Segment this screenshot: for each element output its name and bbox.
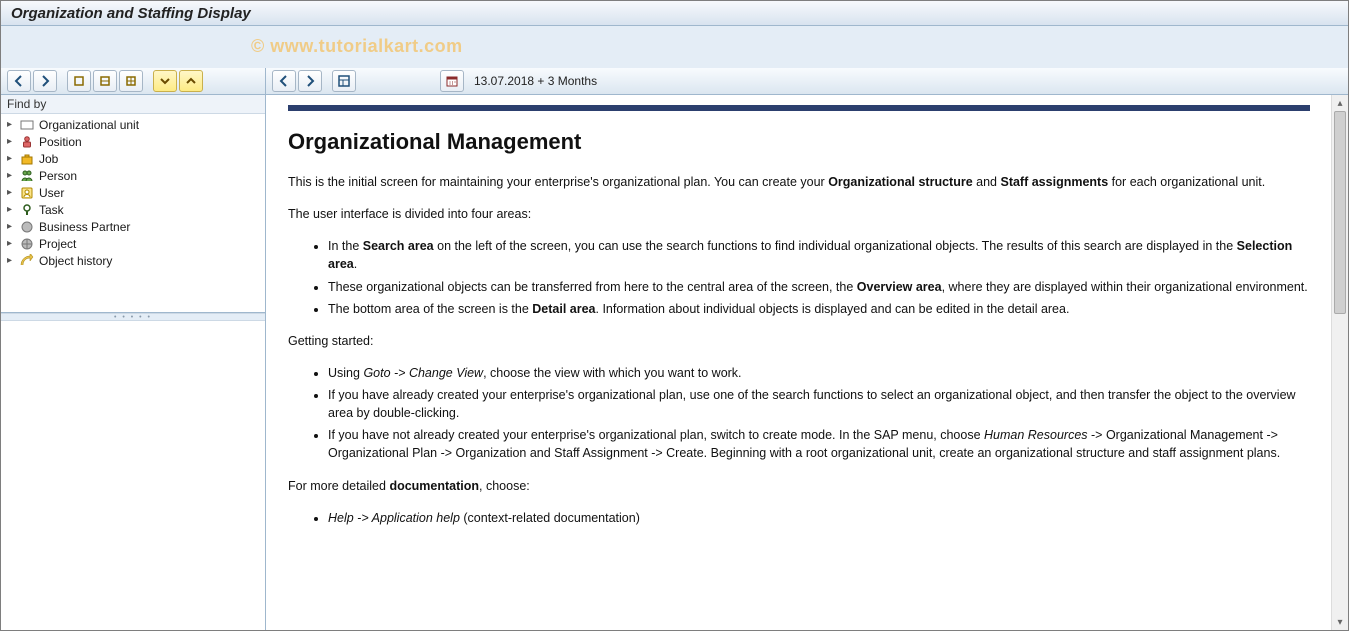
tree-item-object-history[interactable]: ▸ Object history [1, 252, 265, 269]
app-window: Organization and Staffing Display © www.… [0, 0, 1349, 631]
caret-icon: ▸ [7, 255, 17, 266]
org-unit-icon [19, 118, 35, 132]
content-areas-list: In the Search area on the left of the sc… [288, 237, 1310, 318]
chevron-up-icon [185, 75, 197, 87]
tree-item-user[interactable]: ▸ User [1, 184, 265, 201]
content-wrap: Organizational Management This is the in… [266, 95, 1348, 630]
tree-label: Position [39, 135, 82, 149]
content-scroll[interactable]: Organizational Management This is the in… [266, 95, 1332, 630]
findby-tree: ▸ Organizational unit ▸ Position ▸ [1, 114, 265, 313]
grid-icon [125, 75, 137, 87]
left-tool5-button[interactable] [119, 70, 143, 92]
selection-panel [1, 321, 265, 630]
right-forward-button[interactable] [298, 70, 322, 92]
task-icon [19, 203, 35, 217]
tree-item-project[interactable]: ▸ Project [1, 235, 265, 252]
partner-icon [19, 220, 35, 234]
content-body: This is the initial screen for maintaini… [288, 173, 1310, 527]
left-tool6-button[interactable] [153, 70, 177, 92]
caret-icon: ▸ [7, 187, 17, 198]
content-doc-label: For more detailed documentation, choose: [288, 477, 1310, 495]
caret-icon: ▸ [7, 119, 17, 130]
scroll-down-arrow[interactable]: ▾ [1332, 614, 1348, 630]
date-range-label: 13.07.2018 + 3 Months [474, 74, 597, 88]
left-toolbar [1, 68, 265, 95]
caret-icon: ▸ [7, 153, 17, 164]
list-item: In the Search area on the left of the sc… [328, 237, 1310, 273]
tree-item-job[interactable]: ▸ Job [1, 150, 265, 167]
arrow-right-icon [304, 75, 316, 87]
caret-icon: ▸ [7, 170, 17, 181]
list-item: Help -> Application help (context-relate… [328, 509, 1310, 527]
caret-icon: ▸ [7, 204, 17, 215]
tree-label: Business Partner [39, 220, 130, 234]
tree-label: Object history [39, 254, 112, 268]
window-title: Organization and Staffing Display [11, 5, 251, 22]
watermark: © www.tutorialkart.com [251, 36, 463, 57]
left-pane: Find by ▸ Organizational unit ▸ Position [1, 68, 265, 630]
content-doc-list: Help -> Application help (context-relate… [288, 509, 1310, 527]
right-calendar-button[interactable] [440, 70, 464, 92]
content-inner: Organizational Management This is the in… [266, 95, 1332, 581]
content-title: Organizational Management [288, 129, 1310, 155]
list-item: Using Goto -> Change View, choose the vi… [328, 364, 1310, 382]
person-icon [19, 169, 35, 183]
horizontal-splitter[interactable]: • • • • • [1, 313, 265, 321]
findby-header: Find by [1, 95, 265, 114]
job-icon [19, 152, 35, 166]
content-getting-started-list: Using Goto -> Change View, choose the vi… [288, 364, 1310, 463]
right-pane: 13.07.2018 + 3 Months Organizational Man… [265, 68, 1348, 630]
tree-label: Organizational unit [39, 118, 139, 132]
main-area: Find by ▸ Organizational unit ▸ Position [1, 68, 1348, 630]
tree-item-position[interactable]: ▸ Position [1, 133, 265, 150]
history-icon [19, 254, 35, 268]
list-item: If you have not already created your ent… [328, 426, 1310, 462]
scroll-up-arrow[interactable]: ▴ [1332, 95, 1348, 111]
square-icon [99, 75, 111, 87]
chevron-down-icon [159, 75, 171, 87]
right-toolbar: 13.07.2018 + 3 Months [266, 68, 1348, 95]
caret-icon: ▸ [7, 238, 17, 249]
left-forward-button[interactable] [33, 70, 57, 92]
arrow-left-icon [278, 75, 290, 87]
content-accent-bar [288, 105, 1310, 111]
scroll-thumb[interactable] [1334, 111, 1346, 314]
project-icon [19, 237, 35, 251]
left-tool3-button[interactable] [67, 70, 91, 92]
square-icon [73, 75, 85, 87]
tree-item-business-partner[interactable]: ▸ Business Partner [1, 218, 265, 235]
tree-item-task[interactable]: ▸ Task [1, 201, 265, 218]
arrow-right-icon [39, 75, 51, 87]
position-icon [19, 135, 35, 149]
tree-label: Task [39, 203, 64, 217]
menu-band: © www.tutorialkart.com [1, 26, 1348, 69]
tree-label: User [39, 186, 64, 200]
tree-label: Job [39, 152, 58, 166]
tree-label: Person [39, 169, 77, 183]
calendar-icon [446, 75, 458, 87]
list-item: These organizational objects can be tran… [328, 278, 1310, 296]
right-layout-button[interactable] [332, 70, 356, 92]
layout-icon [338, 75, 350, 87]
left-back-button[interactable] [7, 70, 31, 92]
scroll-track[interactable] [1332, 111, 1348, 614]
left-tool7-button[interactable] [179, 70, 203, 92]
tree-label: Project [39, 237, 76, 251]
caret-icon: ▸ [7, 136, 17, 147]
vertical-scrollbar[interactable]: ▴ ▾ [1331, 95, 1348, 630]
title-bar: Organization and Staffing Display [1, 1, 1348, 26]
tree-item-person[interactable]: ▸ Person [1, 167, 265, 184]
user-icon [19, 186, 35, 200]
content-p2: The user interface is divided into four … [288, 205, 1310, 223]
tree-item-org-unit[interactable]: ▸ Organizational unit [1, 116, 265, 133]
content-intro: This is the initial screen for maintaini… [288, 173, 1310, 191]
left-tool4-button[interactable] [93, 70, 117, 92]
list-item: If you have already created your enterpr… [328, 386, 1310, 422]
list-item: The bottom area of the screen is the Det… [328, 300, 1310, 318]
right-back-button[interactable] [272, 70, 296, 92]
arrow-left-icon [13, 75, 25, 87]
content-getting-started-label: Getting started: [288, 332, 1310, 350]
caret-icon: ▸ [7, 221, 17, 232]
